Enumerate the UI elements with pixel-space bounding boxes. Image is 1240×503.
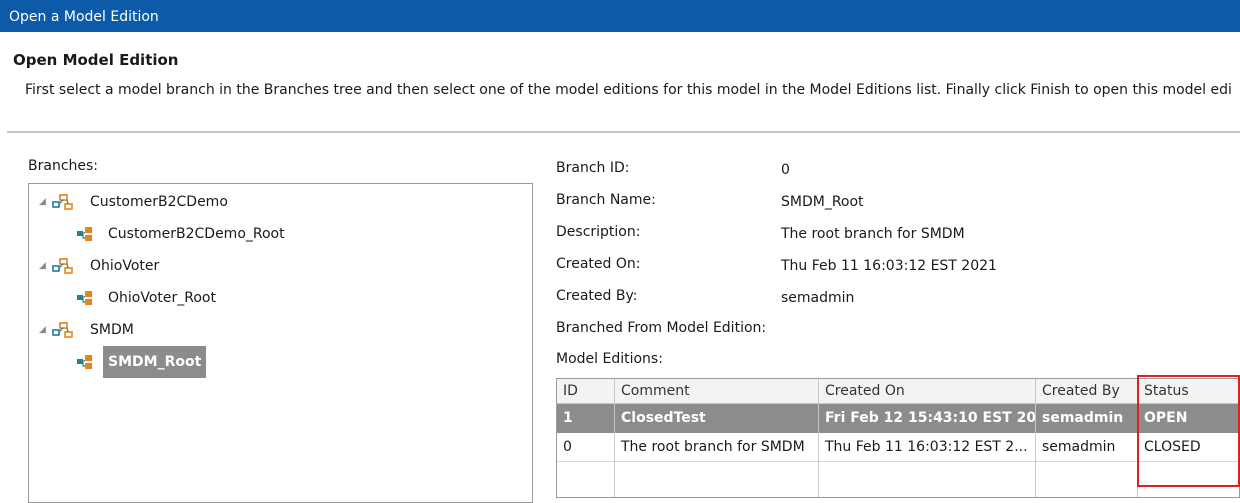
tree-node-label: CustomerB2CDemo_Root bbox=[108, 226, 285, 242]
model-icon bbox=[52, 322, 73, 338]
table-cell[interactable]: semadmin bbox=[1036, 404, 1137, 433]
model-editions-label: Model Editions: bbox=[556, 351, 663, 367]
column-created-by: Created By semadmin semadmin bbox=[1036, 379, 1138, 497]
expand-arrow-icon[interactable]: ◢ bbox=[39, 189, 46, 215]
column-comment: Comment ClosedTest The root branch for S… bbox=[615, 379, 819, 497]
table-cell[interactable]: 1 bbox=[557, 404, 614, 433]
tree-node-label-selected: SMDM_Root bbox=[103, 346, 207, 378]
model-icon bbox=[52, 258, 73, 274]
column-header-comment[interactable]: Comment bbox=[615, 379, 818, 404]
column-header-id[interactable]: ID bbox=[557, 379, 614, 404]
tree-node-label: CustomerB2CDemo bbox=[90, 194, 228, 210]
wizard-header: Open Model Edition First select a model … bbox=[0, 32, 1240, 132]
branch-icon bbox=[77, 291, 92, 305]
table-cell[interactable]: The root branch for SMDM bbox=[615, 433, 818, 462]
branch-id-label: Branch ID: bbox=[556, 160, 630, 176]
status-column-highlight bbox=[1137, 375, 1240, 487]
table-cell[interactable]: 0 bbox=[557, 433, 614, 462]
table-cell[interactable]: Thu Feb 11 16:03:12 EST 2... bbox=[819, 433, 1035, 462]
window-title: Open a Model Edition bbox=[9, 9, 159, 25]
window-title-bar: Open a Model Edition bbox=[0, 0, 1240, 32]
table-cell[interactable]: ClosedTest bbox=[615, 404, 818, 433]
branch-id-value: 0 bbox=[781, 162, 790, 178]
page-title: Open Model Edition bbox=[13, 51, 179, 69]
branch-name-value: SMDM_Root bbox=[781, 194, 864, 210]
created-on-value: Thu Feb 11 16:03:12 EST 2021 bbox=[781, 258, 997, 274]
branches-tree[interactable]: ◢ CustomerB2CDemo CustomerB2CDemo_Root ◢… bbox=[28, 183, 533, 503]
branch-name-label: Branch Name: bbox=[556, 192, 656, 208]
column-created-on: Created On Fri Feb 12 15:43:10 EST 20...… bbox=[819, 379, 1036, 497]
branch-icon bbox=[77, 227, 92, 241]
branch-icon bbox=[77, 355, 92, 369]
header-divider bbox=[7, 131, 1240, 133]
page-description: First select a model branch in the Branc… bbox=[25, 82, 1232, 98]
expand-arrow-icon[interactable]: ◢ bbox=[39, 317, 46, 343]
created-by-label: Created By: bbox=[556, 288, 638, 304]
created-on-label: Created On: bbox=[556, 256, 641, 272]
created-by-value: semadmin bbox=[781, 290, 855, 306]
column-header-created-by[interactable]: Created By bbox=[1036, 379, 1137, 404]
branched-from-label: Branched From Model Edition: bbox=[556, 320, 767, 336]
column-header-created-on[interactable]: Created On bbox=[819, 379, 1035, 404]
description-label: Description: bbox=[556, 224, 641, 240]
tree-node-label: SMDM bbox=[90, 322, 134, 338]
tree-node-label: OhioVoter bbox=[90, 258, 160, 274]
column-id: ID 1 0 bbox=[557, 379, 615, 497]
branches-label: Branches: bbox=[28, 158, 99, 174]
description-value: The root branch for SMDM bbox=[781, 226, 965, 242]
expand-arrow-icon[interactable]: ◢ bbox=[39, 253, 46, 279]
table-cell[interactable]: semadmin bbox=[1036, 433, 1137, 462]
table-cell[interactable]: Fri Feb 12 15:43:10 EST 20... bbox=[819, 404, 1035, 433]
tree-node-label: OhioVoter_Root bbox=[108, 290, 216, 306]
model-icon bbox=[52, 194, 73, 210]
